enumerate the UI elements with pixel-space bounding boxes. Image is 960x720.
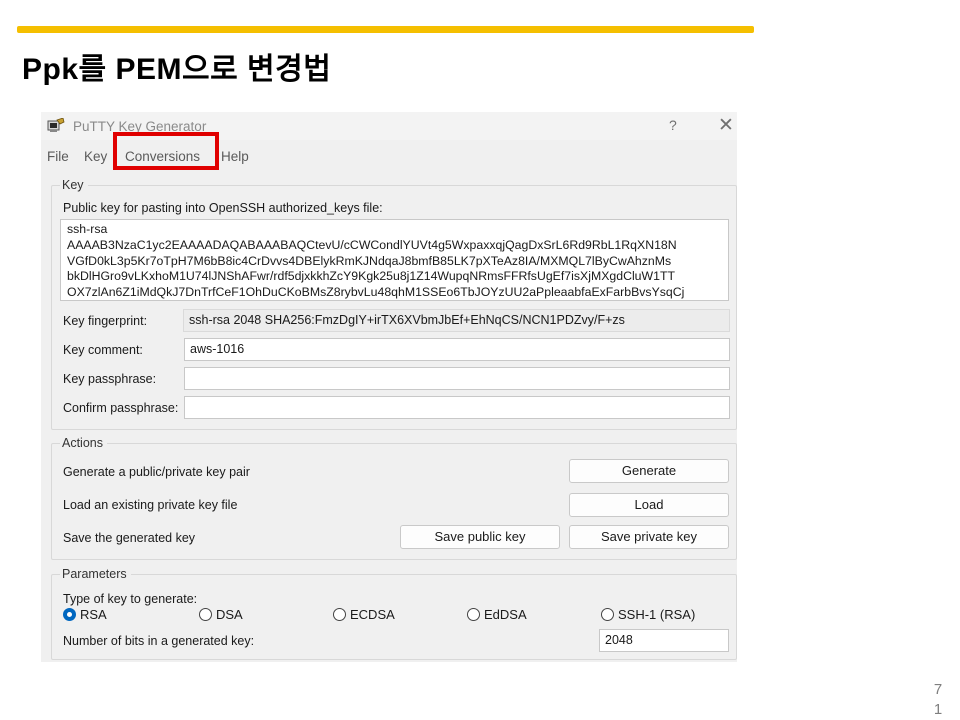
slide-title: Ppk를 PEM으로 변경법 bbox=[22, 53, 332, 86]
menu-key[interactable]: Key bbox=[84, 149, 107, 164]
radio-dsa[interactable]: DSA bbox=[199, 607, 243, 622]
menu-help[interactable]: Help bbox=[221, 149, 249, 164]
title-accent-bar bbox=[17, 26, 754, 33]
radio-empty-icon bbox=[333, 608, 346, 621]
parameters-group-legend: Parameters bbox=[60, 567, 131, 581]
actions-group-legend: Actions bbox=[60, 436, 107, 450]
passphrase-label: Key passphrase: bbox=[63, 372, 157, 386]
radio-ssh1-rsa[interactable]: SSH-1 (RSA) bbox=[601, 607, 695, 622]
radio-empty-icon bbox=[601, 608, 614, 621]
fingerprint-field[interactable]: ssh-rsa 2048 SHA256:FmzDgIY+irTX6XVbmJbE… bbox=[183, 309, 730, 332]
conversions-highlight-box bbox=[113, 132, 219, 170]
generate-label: Generate a public/private key pair bbox=[63, 465, 250, 479]
save-public-key-button[interactable]: Save public key bbox=[400, 525, 560, 549]
public-key-text: ssh-rsa AAAAB3NzaC1yc2EAAAADAQABAAABAQCte… bbox=[67, 222, 685, 300]
load-label: Load an existing private key file bbox=[63, 498, 238, 512]
radio-ecdsa[interactable]: ECDSA bbox=[333, 607, 395, 622]
key-group-legend: Key bbox=[60, 178, 88, 192]
radio-empty-icon bbox=[199, 608, 212, 621]
fingerprint-label: Key fingerprint: bbox=[63, 314, 148, 328]
public-key-label: Public key for pasting into OpenSSH auth… bbox=[63, 201, 383, 215]
comment-label: Key comment: bbox=[63, 343, 143, 357]
radio-rsa[interactable]: RSA bbox=[63, 607, 107, 622]
putty-keygen-icon bbox=[47, 117, 65, 134]
menu-file[interactable]: File bbox=[47, 149, 69, 164]
confirm-passphrase-field[interactable] bbox=[184, 396, 730, 419]
save-label: Save the generated key bbox=[63, 531, 196, 545]
bits-label: Number of bits in a generated key: bbox=[63, 634, 255, 648]
radio-eddsa[interactable]: EdDSA bbox=[467, 607, 527, 622]
close-button[interactable]: ✕ bbox=[718, 114, 734, 137]
comment-field[interactable]: aws-1016 bbox=[184, 338, 730, 361]
page-number: 7 1 bbox=[933, 681, 943, 718]
radio-selected-icon bbox=[63, 608, 76, 621]
radio-empty-icon bbox=[467, 608, 480, 621]
help-button[interactable]: ? bbox=[669, 117, 677, 133]
key-type-label: Type of key to generate: bbox=[63, 592, 198, 606]
public-key-textarea[interactable]: ssh-rsa AAAAB3NzaC1yc2EAAAADAQABAAABAQCte… bbox=[60, 219, 729, 301]
putty-key-generator-window: PuTTY Key Generator ? ✕ File Key Convers… bbox=[41, 112, 737, 662]
bits-field[interactable]: 2048 bbox=[599, 629, 729, 652]
generate-button[interactable]: Generate bbox=[569, 459, 729, 483]
passphrase-field[interactable] bbox=[184, 367, 730, 390]
load-button[interactable]: Load bbox=[569, 493, 729, 517]
confirm-passphrase-label: Confirm passphrase: bbox=[63, 401, 179, 415]
save-private-key-button[interactable]: Save private key bbox=[569, 525, 729, 549]
